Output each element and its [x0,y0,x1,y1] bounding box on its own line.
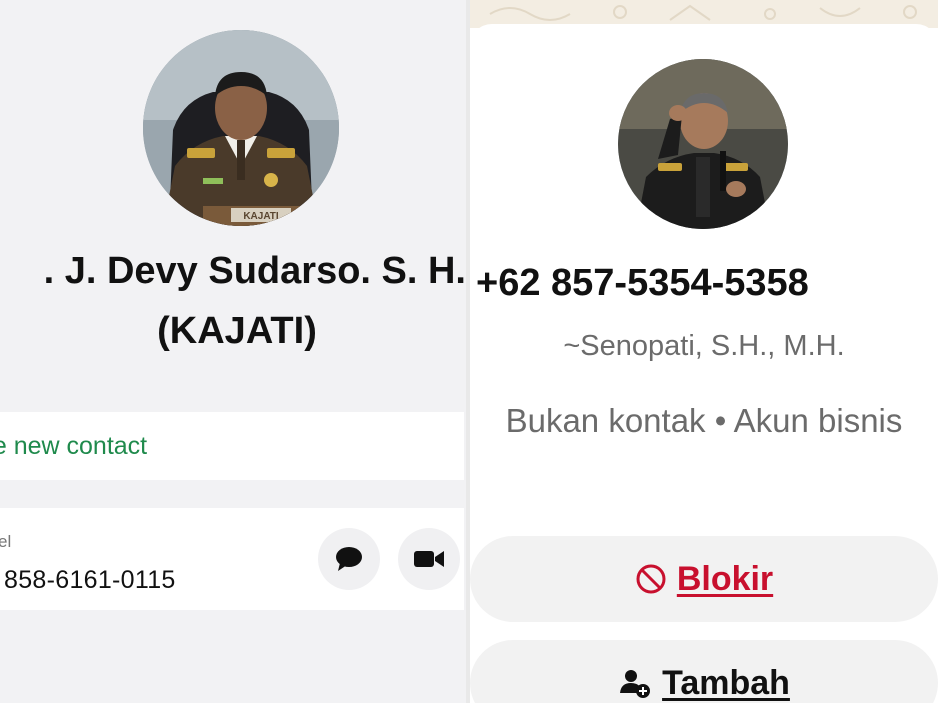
contact-status-subtitle: Bukan kontak • Akun bisnis [505,402,903,439]
business-phone-title: +62 857-5354-5358 [476,262,809,304]
phone-type-label: el [0,532,12,551]
business-avatar[interactable] [618,59,788,229]
phone-number-value[interactable]: 858-6161-0115 [4,566,176,595]
avatar-badge-text: KAJATI [243,211,279,222]
contact-name-line1: . J. Devy Sudarso. S. H. [43,250,466,292]
block-label: Blokir [676,559,774,598]
video-call-button[interactable] [398,528,460,590]
business-push-name: ~Senopati, S.H., M.H. [563,330,845,362]
video-camera-icon [414,551,444,567]
prohibited-icon [635,563,667,595]
block-button[interactable]: Blokir [470,536,938,622]
create-contact-label: ate new contact [0,432,148,460]
left-contact-pane: KAJATI . J. Devy Sudarso. S. H. (KAJATI)… [0,0,474,703]
add-contact-button[interactable]: Tambah [470,640,938,703]
add-label: Tambah [662,663,790,702]
phone-number-row[interactable]: el 858-6161-0115 [0,508,464,610]
message-button[interactable] [318,528,380,590]
official-photo-icon [618,59,788,229]
official-photo-icon: KAJATI [143,30,339,226]
chat-bubble-icon [336,547,362,571]
create-new-contact-button[interactable]: ate new contact [0,412,464,480]
add-person-icon [618,667,652,699]
contact-name-line2: (KAJATI) [157,310,317,352]
contact-avatar[interactable]: KAJATI [143,30,339,226]
